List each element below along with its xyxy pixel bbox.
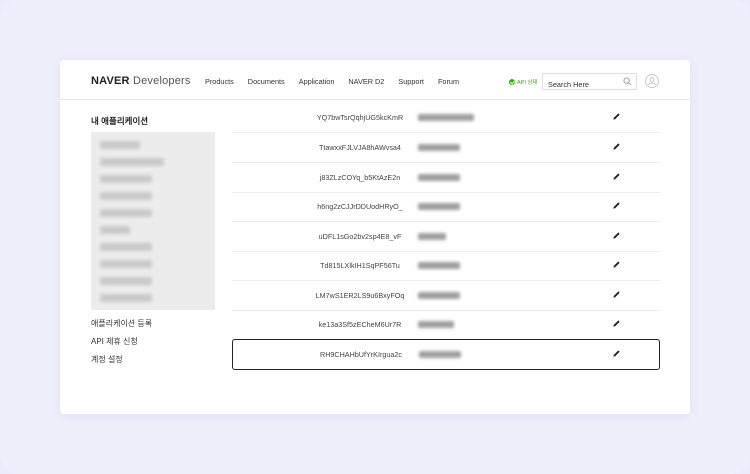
table-row[interactable]: TtawxxFJLVJA8hAWvsa4 — [232, 133, 660, 163]
nav-application[interactable]: Application — [299, 77, 335, 86]
client-secret-redacted — [418, 233, 446, 240]
table-row[interactable]: uDFL1sGo2bv2sp4E8_vF — [232, 222, 660, 252]
nav-forum[interactable]: Forum — [438, 77, 459, 86]
pencil-icon[interactable] — [612, 142, 621, 151]
logo-sub: Developers — [132, 75, 191, 87]
client-secret-redacted — [419, 351, 461, 358]
client-secret-redacted — [418, 203, 460, 210]
account-settings-link[interactable]: 계정 설정 — [91, 354, 123, 365]
search-box — [542, 73, 637, 92]
sidebar-app-item[interactable] — [100, 243, 152, 251]
nav-support[interactable]: Support — [398, 77, 424, 86]
register-application-link[interactable]: 애플리케이션 등록 — [91, 318, 152, 329]
api-status-link[interactable]: API 상태 — [509, 78, 538, 86]
sidebar-app-item[interactable] — [100, 226, 130, 234]
client-secret-redacted — [418, 292, 460, 299]
logo-brand: NAVER — [91, 75, 130, 87]
pencil-icon[interactable] — [612, 112, 621, 121]
client-secret-redacted — [418, 262, 460, 269]
sidebar-app-item[interactable] — [100, 141, 140, 149]
client-secret-redacted — [418, 321, 454, 328]
search-icon[interactable] — [623, 77, 632, 86]
table-row-selected[interactable]: RH9CHAHbUfYrKIrgua2c — [232, 339, 660, 370]
pencil-icon[interactable] — [612, 319, 621, 328]
client-secret-redacted — [418, 144, 460, 151]
table-row[interactable]: h6ng2zCJJrDDUodHRyO_ — [232, 192, 660, 222]
client-secret-redacted — [418, 174, 460, 181]
pencil-icon[interactable] — [612, 290, 621, 299]
sidebar-app-item[interactable] — [100, 209, 152, 217]
api-status-label: API 상태 — [517, 80, 538, 86]
table-row[interactable]: Td815LXlkIH1SqPF56Tu — [232, 251, 660, 281]
table-row[interactable]: YQ7bwTsrQqhjUG5kcKmR — [232, 103, 660, 133]
sidebar-app-item[interactable] — [100, 158, 164, 166]
pencil-icon[interactable] — [612, 349, 621, 358]
nav-products[interactable]: Products — [205, 77, 234, 86]
nav-documents[interactable]: Documents — [248, 77, 285, 86]
search-input[interactable] — [543, 77, 621, 92]
pencil-icon[interactable] — [612, 260, 621, 269]
client-secret-redacted — [418, 114, 474, 121]
sidebar-app-item[interactable] — [100, 192, 152, 200]
sidebar-app-item[interactable] — [100, 294, 152, 302]
sidebar-app-item[interactable] — [100, 175, 152, 183]
client-id: uDFL1sGo2bv2sp4E8_vF — [318, 232, 402, 241]
table-row[interactable]: ke13a3Sf5zECheM6Ur7R — [232, 310, 660, 340]
api-partnership-link[interactable]: API 제휴 신청 — [91, 336, 138, 347]
table-row[interactable]: j83ZLzCOYq_b5KtAzE2n — [232, 163, 660, 193]
application-list — [91, 132, 215, 310]
sidebar-app-item[interactable] — [100, 260, 152, 268]
sidebar-title: 내 애플리케이션 — [91, 116, 149, 126]
pencil-icon[interactable] — [612, 231, 621, 240]
developer-console-window: NAVER Developers Products Documents Appl… — [60, 60, 690, 414]
table-row[interactable]: LM7wS1ER2LS9u6BxyFOq — [232, 281, 660, 311]
user-avatar-icon[interactable] — [645, 74, 659, 88]
sidebar-app-item[interactable] — [100, 277, 152, 285]
nav-naver-d2[interactable]: NAVER D2 — [348, 77, 384, 86]
naver-developers-logo[interactable]: NAVER Developers — [91, 75, 191, 87]
main-nav: Products Documents Application NAVER D2 … — [205, 77, 473, 86]
top-header: NAVER Developers Products Documents Appl… — [60, 60, 690, 100]
pencil-icon[interactable] — [612, 172, 621, 181]
check-circle-icon — [509, 79, 515, 85]
pencil-icon[interactable] — [612, 201, 621, 210]
